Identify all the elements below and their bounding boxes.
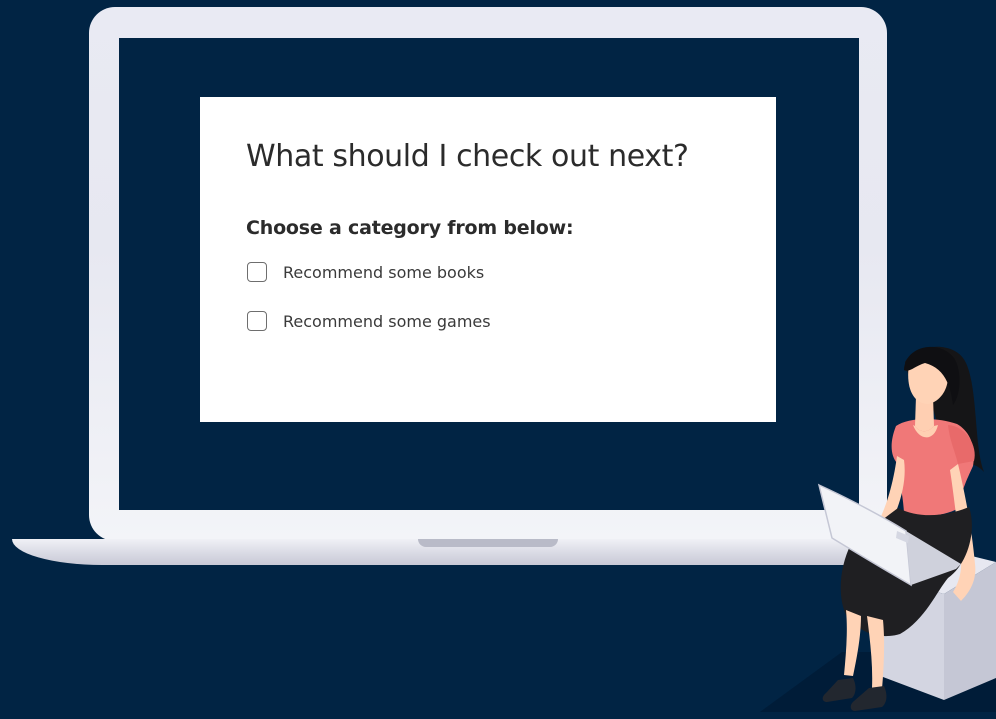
form-subtitle: Choose a category from below: — [246, 217, 574, 239]
form-title: What should I check out next? — [246, 139, 689, 174]
laptop-notch — [418, 539, 558, 547]
option-books[interactable]: Recommend some books — [247, 259, 484, 285]
form-card: What should I check out next? Choose a c… — [200, 97, 776, 422]
option-books-label: Recommend some books — [283, 262, 485, 282]
checkbox-games[interactable] — [247, 311, 267, 331]
checkbox-books[interactable] — [247, 262, 267, 282]
option-games[interactable]: Recommend some games — [247, 308, 491, 334]
person-with-laptop-illustration — [760, 346, 996, 712]
option-games-label: Recommend some games — [283, 311, 491, 331]
